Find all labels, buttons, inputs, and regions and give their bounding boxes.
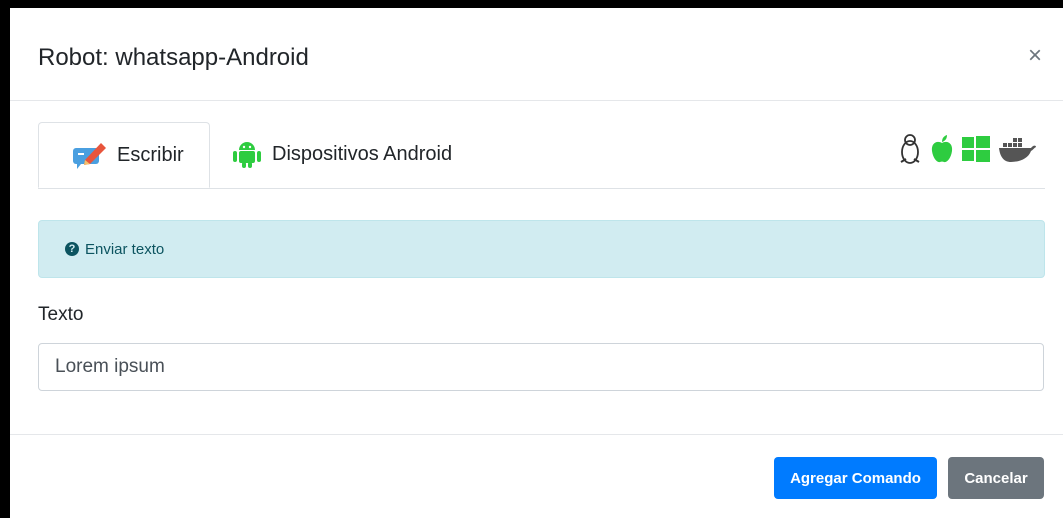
robot-modal: Robot: whatsapp-Android × Escribir Dispo…: [10, 8, 1063, 518]
docker-icon: [997, 134, 1037, 169]
agregar-comando-button[interactable]: Agregar Comando: [774, 457, 937, 499]
modal-title: Robot: whatsapp-Android: [38, 44, 309, 71]
tab-escribir[interactable]: Escribir: [38, 122, 210, 188]
alert-text: Enviar texto: [85, 240, 165, 258]
apple-icon: [929, 134, 955, 169]
tab-android-label: Dispositivos Android: [272, 142, 453, 165]
modal-footer: Agregar Comando Cancelar: [10, 434, 1063, 518]
android-icon: [230, 139, 264, 169]
tab-dispositivos-android[interactable]: Dispositivos Android: [230, 122, 452, 186]
linux-icon: [897, 132, 923, 171]
texto-label: Texto: [38, 304, 84, 325]
pencil-edit-icon: [71, 140, 109, 170]
modal-header: Robot: whatsapp-Android ×: [10, 8, 1063, 101]
cancelar-button[interactable]: Cancelar: [948, 457, 1044, 499]
windows-icon: [961, 135, 991, 168]
close-button[interactable]: ×: [1025, 44, 1045, 68]
os-icons: [897, 132, 1037, 171]
texto-input[interactable]: [38, 343, 1044, 391]
tabs-bar: Escribir Dispositivos Android: [38, 122, 1045, 189]
tab-escribir-label: Escribir: [117, 143, 184, 166]
info-alert: ? Enviar texto: [38, 220, 1045, 278]
question-circle-icon: ?: [65, 242, 79, 256]
